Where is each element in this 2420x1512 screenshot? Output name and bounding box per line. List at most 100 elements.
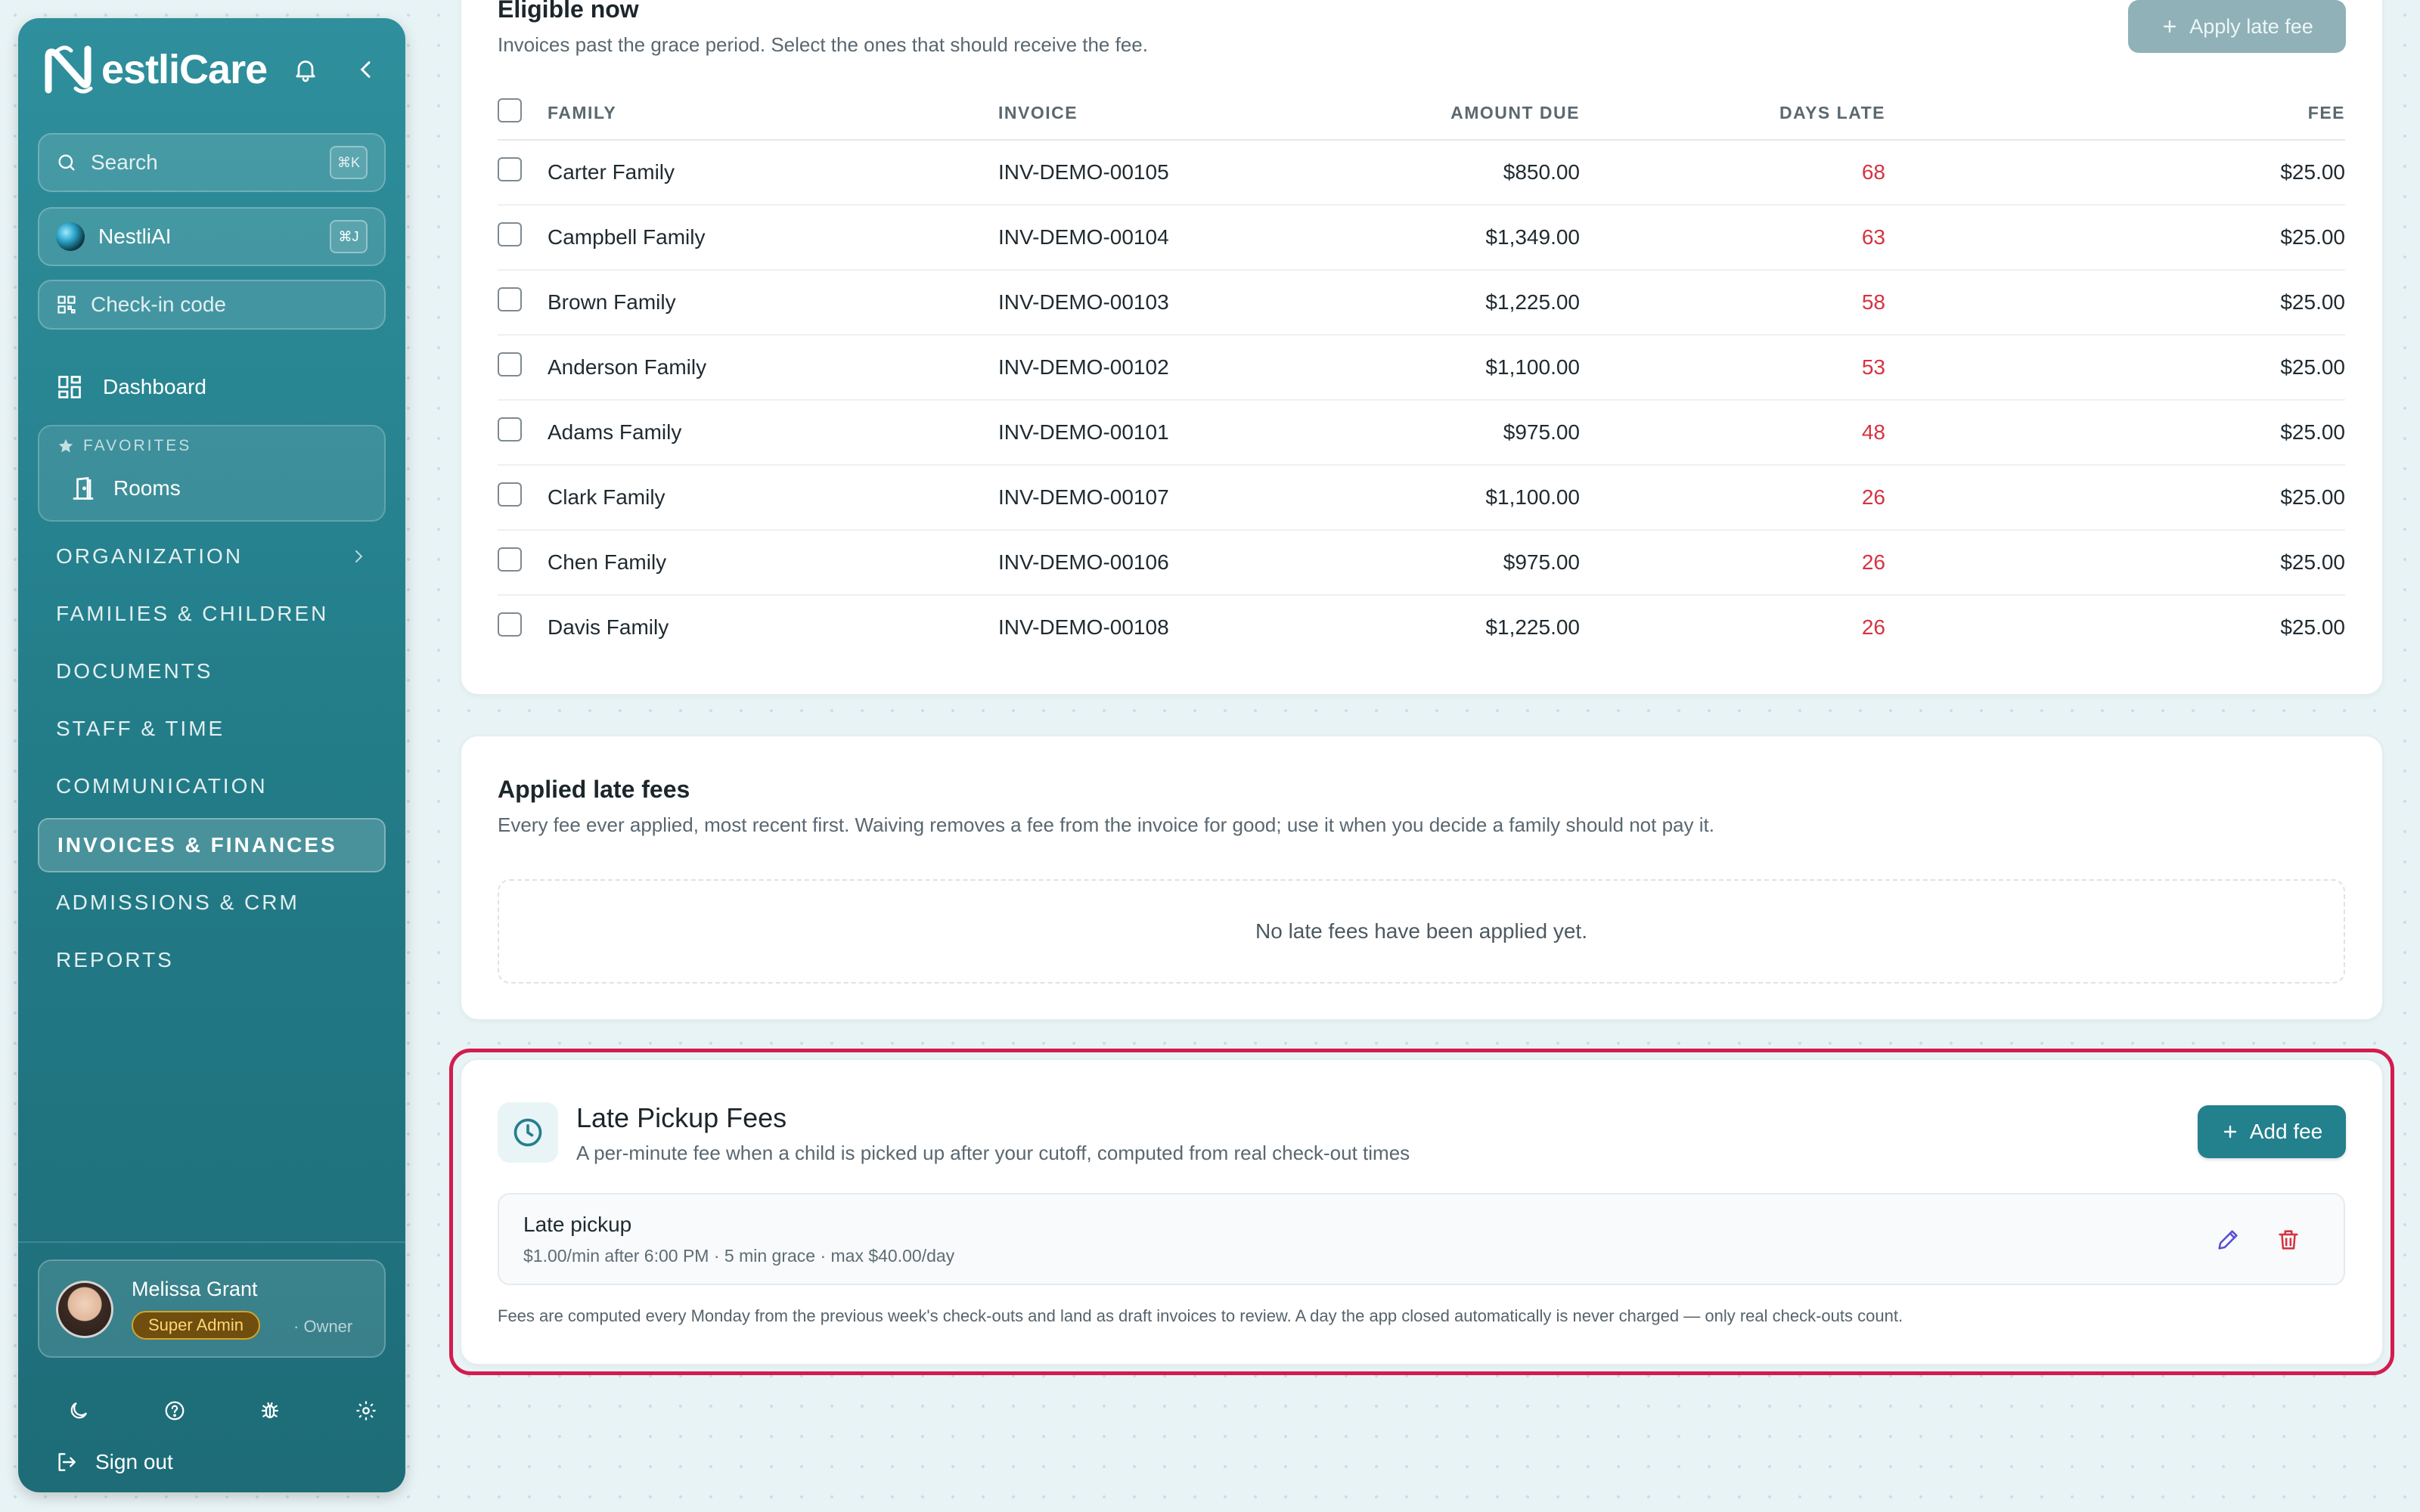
cell-invoice: INV-DEMO-00106 — [998, 550, 1169, 574]
checkin-code-button[interactable]: Check-in code — [38, 280, 386, 330]
cell-fee: $25.00 — [2280, 550, 2345, 574]
table-row[interactable]: Anderson Family INV-DEMO-00102 $1,100.00… — [498, 336, 2345, 401]
sidebar-item-staff-time[interactable]: STAFF & TIME — [38, 702, 386, 756]
table-row[interactable]: Adams Family INV-DEMO-00101 $975.00 48 $… — [498, 401, 2345, 466]
moon-icon[interactable] — [64, 1396, 94, 1426]
sidebar-item-communication[interactable]: COMMUNICATION — [38, 759, 386, 813]
cell-amount: $850.00 — [1503, 160, 1580, 184]
late-pickup-subtitle: A per-minute fee when a child is picked … — [576, 1142, 1410, 1164]
nestliai-shortcut: ⌘J — [330, 220, 368, 253]
table-row[interactable]: Carter Family INV-DEMO-00105 $850.00 68 … — [498, 141, 2345, 206]
column-days-late: DAYS LATE — [1779, 103, 1885, 122]
apply-late-fee-button[interactable]: Apply late fee — [2128, 0, 2346, 53]
cell-invoice: INV-DEMO-00102 — [998, 355, 1169, 379]
column-family: FAMILY — [548, 103, 617, 122]
checkin-code-label: Check-in code — [91, 293, 226, 316]
late-pickup-title: Late Pickup Fees — [576, 1102, 787, 1133]
cell-days-late: 26 — [1861, 485, 1885, 509]
cell-invoice: INV-DEMO-00101 — [998, 420, 1169, 444]
cell-family: Adams Family — [548, 420, 682, 444]
bug-icon[interactable] — [255, 1396, 285, 1426]
cell-amount: $1,100.00 — [1485, 355, 1580, 379]
cell-fee: $25.00 — [2280, 485, 2345, 509]
sidebar-item-reports[interactable]: REPORTS — [38, 933, 386, 987]
row-checkbox[interactable] — [498, 157, 522, 181]
sidebar-item-label: FAMILIES & CHILDREN — [56, 602, 329, 625]
role-extra: · Owner — [293, 1317, 353, 1336]
cell-fee: $25.00 — [2280, 290, 2345, 314]
gear-icon[interactable] — [351, 1396, 381, 1426]
table-row[interactable]: Campbell Family INV-DEMO-00104 $1,349.00… — [498, 206, 2345, 271]
nestliai-button[interactable]: NestliAI ⌘J — [38, 207, 386, 266]
favorite-item-label: Rooms — [113, 476, 181, 500]
applied-title: Applied late fees — [498, 776, 690, 803]
sidebar-item-dashboard[interactable]: Dashboard — [56, 373, 206, 401]
dashboard-icon — [58, 376, 81, 398]
bell-icon[interactable] — [290, 54, 321, 85]
cell-fee: $25.00 — [2280, 225, 2345, 249]
help-icon[interactable] — [160, 1396, 190, 1426]
user-card[interactable]: Melissa Grant Super Admin · Owner — [38, 1259, 386, 1358]
cell-days-late: 53 — [1861, 355, 1885, 379]
plus-icon — [2163, 20, 2176, 33]
search-shortcut: ⌘K — [330, 146, 368, 179]
collapse-sidebar-icon[interactable] — [351, 54, 381, 85]
row-checkbox[interactable] — [498, 612, 522, 637]
table-row[interactable]: Chen Family INV-DEMO-00106 $975.00 26 $2… — [498, 531, 2345, 596]
table-row[interactable]: Clark Family INV-DEMO-00107 $1,100.00 26… — [498, 466, 2345, 531]
cell-invoice: INV-DEMO-00107 — [998, 485, 1169, 509]
table-row[interactable]: Davis Family INV-DEMO-00108 $1,225.00 26… — [498, 596, 2345, 661]
fee-detail: $1.00/min after 6:00 PM · 5 min grace · … — [523, 1246, 955, 1266]
column-amount-due: AMOUNT DUE — [1450, 103, 1580, 122]
sidebar-item-organization[interactable]: ORGANIZATION — [38, 529, 386, 584]
cell-amount: $1,349.00 — [1485, 225, 1580, 249]
sidebar-item-admissions-crm[interactable]: ADMISSIONS & CRM — [38, 875, 386, 930]
cell-invoice: INV-DEMO-00103 — [998, 290, 1169, 314]
clock-icon-box — [498, 1102, 558, 1163]
row-checkbox[interactable] — [498, 352, 522, 376]
door-icon — [73, 476, 94, 500]
logo-text: estliCare — [101, 47, 268, 92]
column-invoice: INVOICE — [998, 103, 1078, 122]
sign-out-button[interactable]: Sign out — [54, 1450, 173, 1474]
sidebar-item-label: INVOICES & FINANCES — [57, 833, 337, 857]
cell-days-late: 63 — [1861, 225, 1885, 249]
row-checkbox[interactable] — [498, 222, 522, 246]
eligible-title: Eligible now — [498, 0, 639, 23]
eligible-subtitle: Invoices past the grace period. Select t… — [498, 33, 1148, 56]
favorites-heading-label: FAVORITES — [83, 437, 192, 454]
row-checkbox[interactable] — [498, 547, 522, 572]
edit-fee-button[interactable] — [2211, 1223, 2245, 1256]
sidebar-item-label: COMMUNICATION — [56, 774, 268, 798]
row-checkbox[interactable] — [498, 287, 522, 311]
cell-amount: $1,225.00 — [1485, 615, 1580, 639]
cell-family: Davis Family — [548, 615, 669, 639]
favorite-item-rooms[interactable]: Rooms — [70, 475, 181, 502]
cell-invoice: INV-DEMO-00105 — [998, 160, 1169, 184]
logo-row: estliCare — [42, 38, 381, 101]
row-checkbox[interactable] — [498, 482, 522, 507]
add-fee-button[interactable]: Add fee — [2198, 1105, 2346, 1158]
select-all-checkbox[interactable] — [498, 98, 522, 122]
cell-days-late: 26 — [1861, 615, 1885, 639]
cell-days-late: 48 — [1861, 420, 1885, 444]
sidebar-item-invoices-finances[interactable]: INVOICES & FINANCES — [38, 818, 386, 872]
row-checkbox[interactable] — [498, 417, 522, 442]
column-fee: FEE — [2307, 103, 2345, 122]
cell-invoice: INV-DEMO-00104 — [998, 225, 1169, 249]
fee-item-late-pickup: Late pickup $1.00/min after 6:00 PM · 5 … — [498, 1193, 2345, 1285]
sidebar-item-label: ORGANIZATION — [56, 544, 244, 568]
cell-days-late: 58 — [1861, 290, 1885, 314]
sidebar-item-families-children[interactable]: FAMILIES & CHILDREN — [38, 587, 386, 641]
trash-icon — [2279, 1230, 2298, 1250]
role-badge: Super Admin — [132, 1311, 260, 1340]
table-row[interactable]: Brown Family INV-DEMO-00103 $1,225.00 58… — [498, 271, 2345, 336]
sign-out-label: Sign out — [95, 1450, 173, 1473]
search-label: Search — [91, 150, 158, 174]
favorites-section: FAVORITES Rooms — [38, 425, 386, 522]
search-field[interactable]: Search ⌘K — [38, 133, 386, 192]
delete-fee-button[interactable] — [2272, 1223, 2305, 1256]
sidebar-item-documents[interactable]: DOCUMENTS — [38, 644, 386, 699]
cell-fee: $25.00 — [2280, 160, 2345, 184]
sign-out-icon — [58, 1453, 76, 1471]
